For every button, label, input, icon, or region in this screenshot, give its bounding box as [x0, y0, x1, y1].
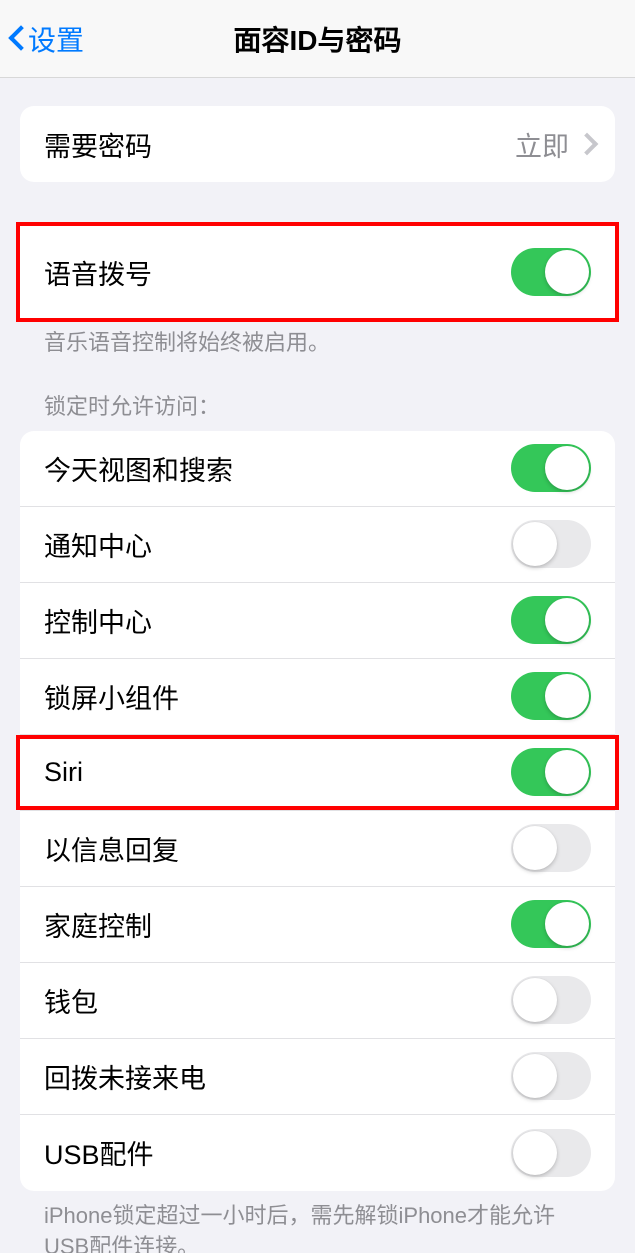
voice-dial-section: 语音拨号 — [16, 222, 619, 322]
lock-access-row-siri: Siri — [20, 735, 615, 811]
lock-access-row-today: 今天视图和搜索 — [20, 431, 615, 507]
lock-access-row-widgets: 锁屏小组件 — [20, 659, 615, 735]
toggle-knob — [545, 902, 589, 946]
require-passcode-row[interactable]: 需要密码 立即 — [20, 106, 615, 182]
toggle-knob — [545, 598, 589, 642]
siri-toggle[interactable] — [511, 748, 591, 796]
require-passcode-section: 需要密码 立即 — [20, 106, 615, 182]
control-center-toggle[interactable] — [511, 596, 591, 644]
lock-access-row-reply: 以信息回复 — [20, 811, 615, 887]
toggle-knob — [513, 1054, 557, 1098]
reply-message-toggle[interactable] — [511, 824, 591, 872]
toggle-knob — [513, 522, 557, 566]
toggle-knob — [545, 446, 589, 490]
home-control-toggle[interactable] — [511, 900, 591, 948]
lock-access-header: 锁定时允许访问： — [20, 389, 615, 431]
lock-access-row-notification: 通知中心 — [20, 507, 615, 583]
lock-access-section: 今天视图和搜索 通知中心 控制中心 锁屏小组件 Siri 以信息回复 家庭控制 — [20, 431, 615, 1191]
content-scroll[interactable]: 需要密码 立即 语音拨号 音乐语音控制将始终被启用。 锁定时允许访问： 今天视图… — [0, 78, 635, 1253]
chevron-right-icon — [579, 134, 591, 154]
voice-dial-row: 语音拨号 — [20, 226, 615, 318]
lock-widgets-toggle[interactable] — [511, 672, 591, 720]
lock-access-row-wallet: 钱包 — [20, 963, 615, 1039]
row-label: 今天视图和搜索 — [44, 449, 233, 488]
lock-access-row-control: 控制中心 — [20, 583, 615, 659]
voice-dial-footer: 音乐语音控制将始终被启用。 — [20, 318, 615, 359]
voice-dial-label: 语音拨号 — [44, 253, 152, 292]
back-label: 设置 — [28, 19, 84, 59]
row-label: 通知中心 — [44, 525, 152, 564]
row-label: 家庭控制 — [44, 905, 152, 944]
row-label: USB配件 — [44, 1133, 154, 1172]
toggle-knob — [545, 750, 589, 794]
require-passcode-label: 需要密码 — [44, 125, 152, 164]
page-title: 面容ID与密码 — [233, 19, 401, 59]
callback-toggle[interactable] — [511, 1052, 591, 1100]
require-passcode-value: 立即 — [515, 125, 569, 164]
toggle-knob — [545, 674, 589, 718]
toggle-knob — [545, 250, 589, 294]
lock-access-row-home: 家庭控制 — [20, 887, 615, 963]
toggle-knob — [513, 826, 557, 870]
row-label: 锁屏小组件 — [44, 677, 179, 716]
row-label: 钱包 — [44, 981, 98, 1020]
row-label: Siri — [44, 757, 83, 788]
toggle-knob — [513, 978, 557, 1022]
toggle-knob — [513, 1131, 557, 1175]
back-button[interactable]: 设置 — [0, 19, 84, 59]
today-view-toggle[interactable] — [511, 444, 591, 492]
voice-dial-toggle[interactable] — [511, 248, 591, 296]
navigation-bar: 设置 面容ID与密码 — [0, 0, 635, 78]
row-label: 回拨未接来电 — [44, 1057, 206, 1096]
lock-access-row-usb: USB配件 — [20, 1115, 615, 1191]
row-label: 以信息回复 — [44, 829, 179, 868]
notification-center-toggle[interactable] — [511, 520, 591, 568]
lock-access-footer: iPhone锁定超过一小时后，需先解锁iPhone才能允许USB配件连接。 — [20, 1191, 615, 1253]
usb-accessories-toggle[interactable] — [511, 1129, 591, 1177]
row-label: 控制中心 — [44, 601, 152, 640]
lock-access-row-callback: 回拨未接来电 — [20, 1039, 615, 1115]
chevron-left-icon — [8, 24, 26, 54]
wallet-toggle[interactable] — [511, 976, 591, 1024]
